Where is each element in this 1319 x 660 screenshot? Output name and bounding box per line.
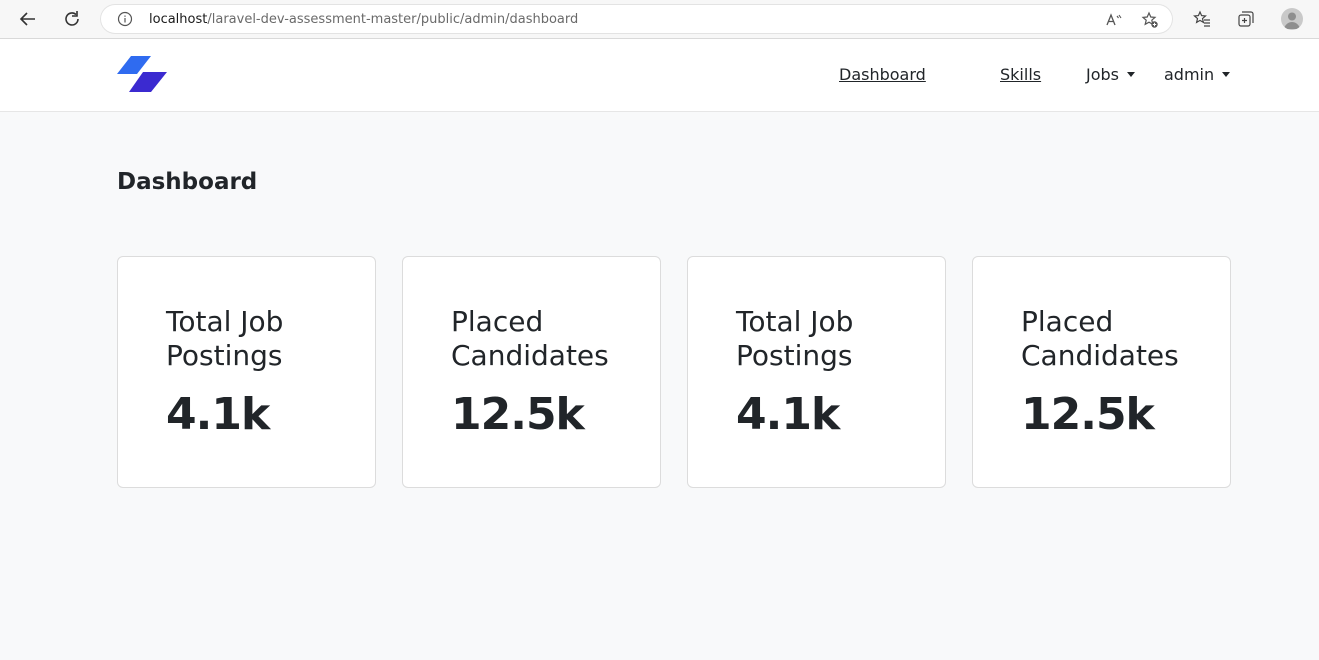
caret-down-icon bbox=[1127, 72, 1135, 77]
add-favorite-icon[interactable] bbox=[1141, 11, 1159, 29]
stat-card-value: 4.1k bbox=[736, 389, 840, 440]
nav-jobs-label: Jobs bbox=[1086, 65, 1119, 84]
stat-card-value: 12.5k bbox=[1021, 389, 1155, 440]
nav-user-label: admin bbox=[1164, 65, 1215, 84]
caret-down-icon bbox=[1222, 72, 1231, 77]
brand-logo[interactable] bbox=[117, 56, 167, 92]
stat-card-label: Placed Candidates bbox=[451, 305, 609, 372]
nav-skills-link[interactable]: Skills bbox=[1000, 65, 1041, 84]
url-host: localhost bbox=[149, 11, 208, 27]
profile-avatar[interactable] bbox=[1281, 8, 1303, 30]
stat-card-label: Placed Candidates bbox=[1021, 305, 1179, 372]
back-arrow-icon[interactable] bbox=[16, 7, 40, 31]
nav-dashboard-link[interactable]: Dashboard bbox=[839, 65, 926, 84]
stat-card-label: Total Job Postings bbox=[736, 305, 854, 372]
stat-card-value: 4.1k bbox=[166, 389, 270, 440]
nav-jobs-dropdown[interactable]: Jobs bbox=[1086, 65, 1135, 84]
reload-icon[interactable] bbox=[60, 7, 84, 31]
favorites-icon[interactable] bbox=[1192, 9, 1212, 29]
stat-card-label: Total Job Postings bbox=[166, 305, 284, 372]
address-bar[interactable]: localhost/laravel-dev-assessment-master/… bbox=[100, 4, 1173, 34]
stat-card: Placed Candidates 12.5k bbox=[402, 256, 661, 488]
page-title: Dashboard bbox=[117, 169, 258, 195]
stat-card: Placed Candidates 12.5k bbox=[972, 256, 1231, 488]
read-aloud-icon[interactable] bbox=[1105, 11, 1123, 29]
collections-icon[interactable] bbox=[1236, 9, 1256, 29]
browser-toolbar: localhost/laravel-dev-assessment-master/… bbox=[0, 0, 1319, 39]
stat-card-value: 12.5k bbox=[451, 389, 585, 440]
url-text: localhost/laravel-dev-assessment-master/… bbox=[149, 12, 578, 27]
info-icon[interactable] bbox=[117, 11, 133, 27]
site-navbar: Dashboard Skills Jobs admin bbox=[0, 39, 1319, 112]
stat-card: Total Job Postings 4.1k bbox=[687, 256, 946, 488]
url-path: /laravel-dev-assessment-master/public/ad… bbox=[207, 11, 579, 27]
nav-user-dropdown[interactable]: admin bbox=[1164, 65, 1231, 84]
stat-card: Total Job Postings 4.1k bbox=[117, 256, 376, 488]
